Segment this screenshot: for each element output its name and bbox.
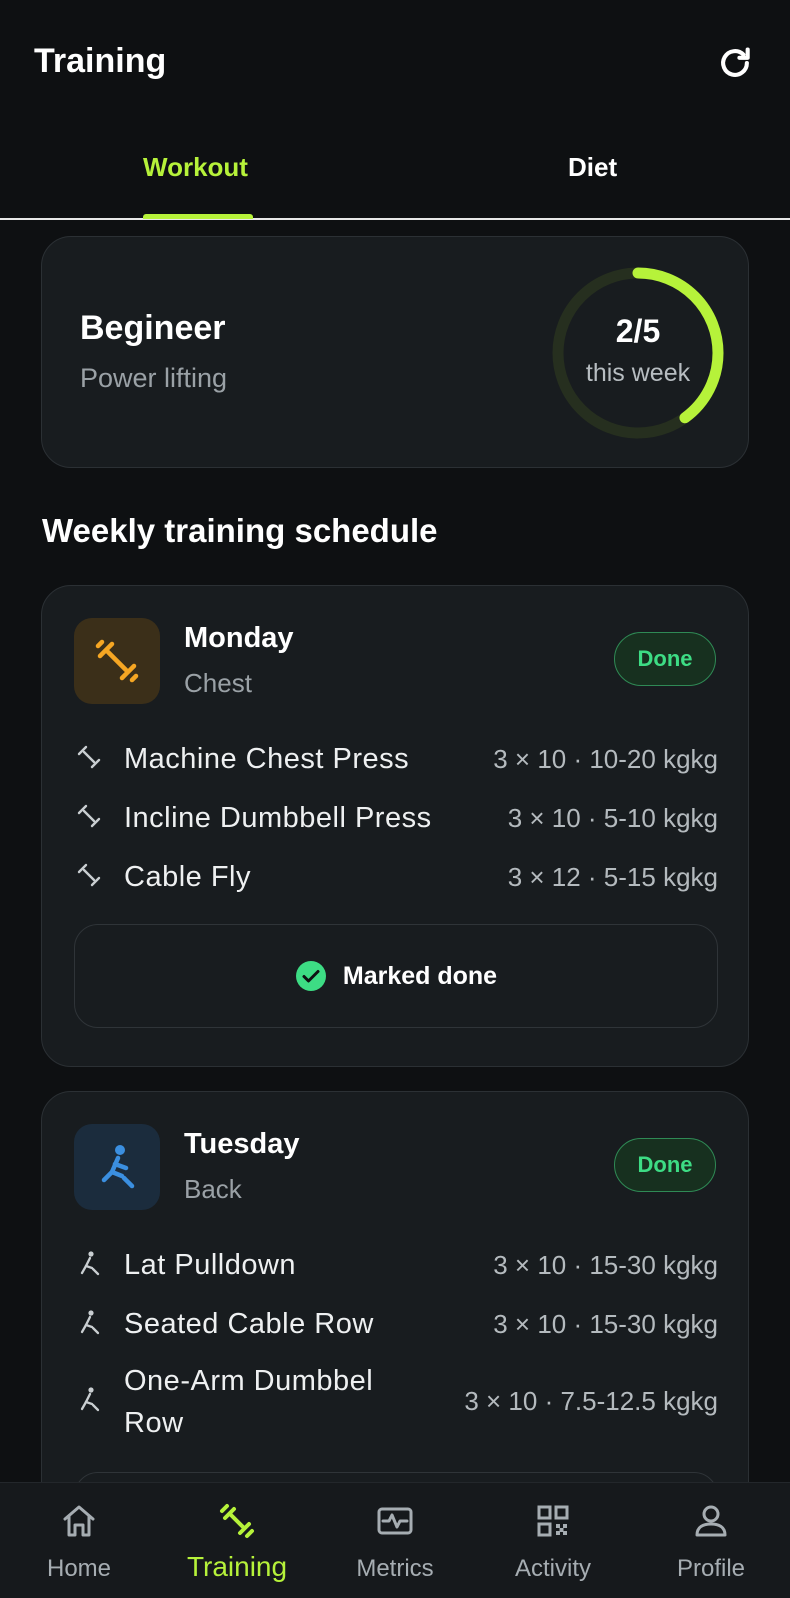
program-name: Power lifting bbox=[80, 363, 228, 393]
exercise-name: Cable Fly bbox=[124, 861, 251, 893]
nav-metrics[interactable]: Metrics bbox=[316, 1483, 474, 1598]
exercise-row: Machine Chest Press 3 × 10 · 10-20 kgkg bbox=[74, 734, 718, 778]
check-circle-icon bbox=[295, 961, 326, 991]
app-header: Training bbox=[0, 0, 790, 130]
status-badge: Done bbox=[614, 1138, 716, 1192]
exercise-sets: 3 × 10 · 15-30 kgkg bbox=[493, 1250, 718, 1280]
dumbbell-icon bbox=[77, 745, 101, 769]
tab-bar: Workout Diet bbox=[0, 130, 790, 220]
exercise-name: Lat Pulldown bbox=[124, 1249, 297, 1281]
pulse-icon bbox=[377, 1507, 413, 1535]
exercise-row: Seated Cable Row 3 × 10 · 15-30 kgkg bbox=[74, 1299, 718, 1343]
refresh-icon[interactable] bbox=[716, 44, 754, 82]
nav-label: Training bbox=[186, 1551, 288, 1582]
exercise-sets: 3 × 10 · 15-30 kgkg bbox=[493, 1309, 718, 1339]
exercise-name: One-Arm Dumbbel Row bbox=[124, 1365, 374, 1439]
status-badge: Done bbox=[614, 632, 716, 686]
exercise-sets: 3 × 10 · 10-20 kgkg bbox=[493, 744, 718, 774]
section-title: Weekly training schedule bbox=[42, 512, 438, 549]
exercise-sets: 3 × 10 · 7.5-12.5 kgkg bbox=[464, 1386, 718, 1416]
rowing-icon bbox=[80, 1310, 100, 1335]
person-icon bbox=[695, 1505, 727, 1537]
exercise-name: Machine Chest Press bbox=[124, 743, 410, 775]
back-category-badge bbox=[74, 1124, 160, 1210]
active-tab-indicator bbox=[143, 214, 253, 219]
exercise-row: Cable Fly 3 × 12 · 5-15 kgkg bbox=[74, 852, 718, 896]
nav-profile[interactable]: Profile bbox=[632, 1483, 790, 1598]
exercise-name: Seated Cable Row bbox=[124, 1308, 374, 1340]
dumbbell-icon bbox=[77, 804, 101, 828]
day-name: Tuesday bbox=[184, 1128, 300, 1160]
training-screen: Training Workout Diet Begineer Power lif… bbox=[0, 0, 790, 1598]
bottom-navigation: Home Training Metrics Activity Profile bbox=[0, 1482, 790, 1598]
rowing-icon bbox=[80, 1387, 100, 1412]
exercise-row: One-Arm Dumbbel Row 3 × 10 · 7.5-12.5 kg… bbox=[74, 1356, 718, 1446]
marked-done-label: Marked done bbox=[342, 961, 498, 990]
nav-label: Activity bbox=[514, 1555, 591, 1582]
day-focus: Chest bbox=[184, 668, 252, 698]
day-focus: Back bbox=[184, 1174, 242, 1204]
nav-home[interactable]: Home bbox=[0, 1483, 158, 1598]
dumbbell-icon bbox=[220, 1504, 254, 1538]
tab-diet[interactable]: Diet bbox=[568, 152, 617, 183]
nav-label: Home bbox=[46, 1555, 112, 1582]
nav-activity[interactable]: Activity bbox=[474, 1483, 632, 1598]
progress-subtitle: this week bbox=[585, 359, 691, 387]
qr-code-icon bbox=[537, 1505, 569, 1537]
home-icon bbox=[63, 1505, 95, 1537]
nav-label: Profile bbox=[676, 1555, 746, 1582]
exercise-row: Incline Dumbbell Press 3 × 10 · 5-10 kgk… bbox=[74, 793, 718, 837]
exercise-sets: 3 × 12 · 5-15 kgkg bbox=[507, 862, 718, 892]
weekly-progress-ring: 2/5 this week bbox=[548, 263, 728, 443]
tab-workout[interactable]: Workout bbox=[143, 152, 248, 183]
program-summary-card: Begineer Power lifting 2/5 this week bbox=[41, 236, 749, 468]
rowing-icon bbox=[101, 1145, 135, 1189]
exercise-row: Lat Pulldown 3 × 10 · 15-30 kgkg bbox=[74, 1240, 718, 1284]
dumbbell-icon bbox=[77, 863, 101, 887]
day-name: Monday bbox=[184, 622, 294, 654]
mark-done-button[interactable] bbox=[74, 1472, 718, 1482]
progress-count: 2/5 bbox=[615, 313, 661, 349]
chest-category-badge bbox=[74, 618, 160, 704]
exercise-sets: 3 × 10 · 5-10 kgkg bbox=[507, 803, 718, 833]
day-card-tuesday: Tuesday Back Done Lat Pulldown 3 × 10 · … bbox=[41, 1091, 749, 1482]
program-level: Begineer bbox=[80, 309, 226, 347]
exercise-name: Incline Dumbbell Press bbox=[124, 802, 432, 834]
marked-done-button[interactable]: Marked done bbox=[74, 924, 718, 1028]
page-title: Training bbox=[34, 42, 167, 80]
dumbbell-icon bbox=[95, 639, 139, 683]
workout-content[interactable]: Begineer Power lifting 2/5 this week Wee… bbox=[0, 220, 790, 1482]
nav-label: Metrics bbox=[356, 1555, 434, 1582]
day-card-monday: Monday Chest Done Machine Chest Press 3 … bbox=[41, 585, 749, 1067]
nav-training[interactable]: Training bbox=[158, 1483, 316, 1598]
rowing-icon bbox=[80, 1251, 100, 1276]
